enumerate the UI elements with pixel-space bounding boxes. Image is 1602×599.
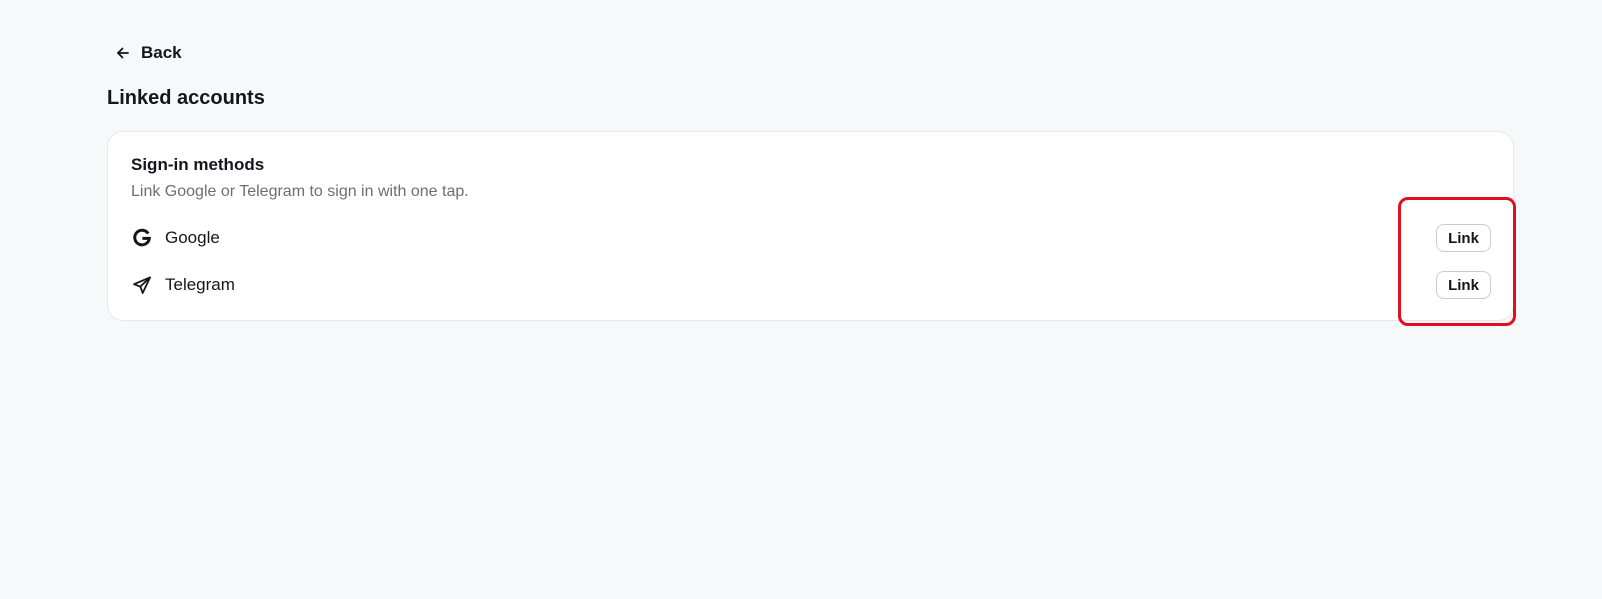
method-label-telegram: Telegram <box>165 275 235 294</box>
card-title: Sign-in methods <box>131 155 265 174</box>
back-label: Back <box>141 43 182 62</box>
method-label-google: Google <box>165 228 220 247</box>
back-link[interactable]: Back <box>115 40 182 66</box>
google-icon <box>131 227 153 249</box>
card-subtitle: Link Google or Telegram to sign in with … <box>131 183 469 200</box>
page-title: Linked accounts <box>107 87 265 109</box>
link-telegram-button[interactable]: Link <box>1436 271 1491 299</box>
method-row-telegram: Telegram Link <box>131 269 1491 301</box>
arrow-left-icon <box>115 45 131 61</box>
telegram-icon <box>131 274 153 296</box>
sign-in-methods-card: Sign-in methods Link Google or Telegram … <box>107 131 1514 321</box>
link-google-button[interactable]: Link <box>1436 224 1491 252</box>
method-row-google: Google Link <box>131 222 1491 254</box>
